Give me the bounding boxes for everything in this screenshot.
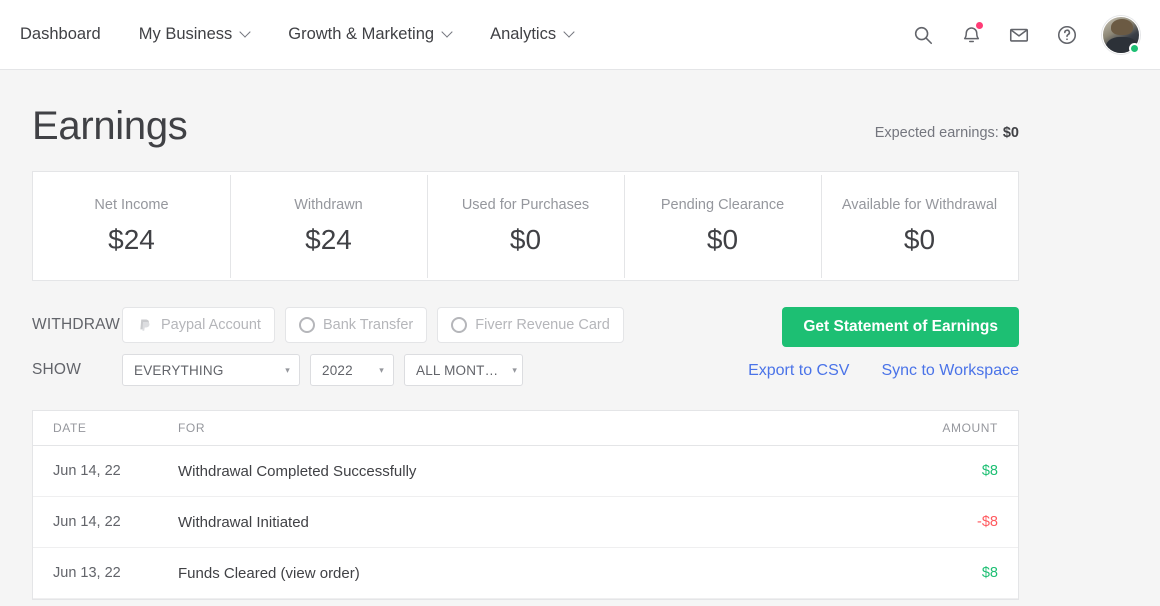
filter-select-type[interactable]: EVERYTHING ▾ bbox=[122, 354, 300, 386]
expected-earnings-label: Expected earnings: bbox=[874, 125, 999, 141]
filter-select-value: ALL MONT… bbox=[416, 362, 499, 378]
help-button[interactable] bbox=[1054, 22, 1080, 48]
nav-item-growth-marketing[interactable]: Growth & Marketing bbox=[269, 25, 471, 44]
stat-value: $0 bbox=[903, 223, 936, 255]
radio-circle-icon bbox=[298, 317, 315, 333]
radio-circle-icon bbox=[451, 317, 468, 333]
table-body: Jun 14, 22 Withdrawal Completed Successf… bbox=[33, 446, 1018, 599]
stat-available-for-withdrawal: Available for Withdrawal $0 bbox=[821, 174, 1018, 278]
cell-amount: -$8 bbox=[977, 514, 998, 530]
transactions-table: DATE FOR AMOUNT Jun 14, 22 Withdrawal Co… bbox=[32, 410, 1019, 600]
nav-item-label: Analytics bbox=[490, 25, 557, 43]
stat-value: $24 bbox=[305, 223, 352, 255]
expected-earnings-value: $0 bbox=[1002, 125, 1019, 141]
cell-date: Jun 14, 22 bbox=[53, 463, 121, 479]
nav-utility-icons bbox=[910, 15, 1140, 54]
column-header-for: FOR bbox=[178, 421, 206, 435]
stat-net-income: Net Income $24 bbox=[33, 197, 230, 256]
withdraw-option-paypal[interactable]: Paypal Account bbox=[122, 307, 275, 343]
withdraw-option-label: Paypal Account bbox=[161, 317, 261, 333]
cell-description: Withdrawal Completed Successfully bbox=[178, 462, 417, 480]
filter-select-value: 2022 bbox=[322, 362, 353, 378]
nav-item-my-business[interactable]: My Business bbox=[120, 25, 270, 44]
chevron-down-icon: ▾ bbox=[512, 364, 518, 375]
action-links: Export to CSV Sync to Workspace bbox=[599, 362, 1019, 380]
cell-description: Withdrawal Initiated bbox=[178, 513, 309, 531]
earnings-summary-card: Net Income $24 Withdrawn $24 Used for Pu… bbox=[32, 171, 1019, 281]
stat-value: $0 bbox=[706, 223, 739, 255]
messages-button[interactable] bbox=[1006, 22, 1032, 48]
search-button[interactable] bbox=[910, 22, 936, 48]
sync-to-workspace-link[interactable]: Sync to Workspace bbox=[881, 362, 1019, 380]
filter-select-value: EVERYTHING bbox=[134, 362, 224, 378]
paypal-icon bbox=[136, 317, 153, 334]
column-header-date: DATE bbox=[53, 421, 87, 435]
stat-withdrawn: Withdrawn $24 bbox=[230, 174, 427, 278]
cell-date: Jun 13, 22 bbox=[53, 565, 121, 581]
table-row[interactable]: Jun 14, 22 Withdrawal Completed Successf… bbox=[33, 446, 1018, 497]
cell-amount: $8 bbox=[981, 565, 998, 581]
stat-value: $24 bbox=[108, 223, 155, 255]
help-circle-icon bbox=[1057, 25, 1077, 44]
chevron-down-icon bbox=[565, 28, 574, 37]
withdraw-option-bank-transfer[interactable]: Bank Transfer bbox=[284, 307, 428, 343]
notifications-button[interactable] bbox=[958, 21, 984, 48]
chevron-down-icon: ▾ bbox=[379, 364, 384, 375]
nav-item-analytics[interactable]: Analytics bbox=[471, 25, 593, 44]
top-navigation-bar: Dashboard My Business Growth & Marketing… bbox=[0, 0, 1160, 70]
page-title: Earnings bbox=[32, 104, 188, 148]
nav-item-label: Growth & Marketing bbox=[288, 25, 435, 43]
notification-badge bbox=[976, 21, 983, 29]
filter-select-month[interactable]: ALL MONT… ▾ bbox=[404, 354, 523, 386]
cell-amount: $8 bbox=[981, 463, 998, 479]
withdraw-option-revenue-card[interactable]: Fiverr Revenue Card bbox=[437, 307, 624, 343]
chevron-down-icon bbox=[241, 28, 250, 37]
stat-label: Available for Withdrawal bbox=[841, 196, 998, 213]
stat-used-for-purchases: Used for Purchases $0 bbox=[427, 174, 624, 278]
show-label: SHOW bbox=[32, 361, 82, 378]
get-statement-of-earnings-button[interactable]: Get Statement of Earnings bbox=[782, 307, 1019, 347]
primary-nav: Dashboard My Business Growth & Marketing… bbox=[20, 25, 593, 44]
search-icon bbox=[914, 26, 933, 44]
table-header-row: DATE FOR AMOUNT bbox=[33, 411, 1018, 446]
page-content: Earnings Expected earnings: $0 Net Incom… bbox=[0, 70, 1160, 600]
expected-earnings: Expected earnings: $0 bbox=[875, 125, 1019, 146]
withdraw-option-label: Bank Transfer bbox=[322, 317, 414, 333]
withdraw-option-label: Fiverr Revenue Card bbox=[475, 317, 610, 333]
stat-value: $0 bbox=[509, 223, 542, 255]
chevron-down-icon: ▾ bbox=[285, 364, 290, 375]
chevron-down-icon bbox=[443, 28, 452, 37]
nav-item-dashboard[interactable]: Dashboard bbox=[20, 25, 120, 44]
stat-pending-clearance: Pending Clearance $0 bbox=[624, 174, 821, 278]
column-header-amount: AMOUNT bbox=[942, 421, 998, 435]
withdraw-label: WITHDRAW bbox=[32, 316, 120, 333]
table-row[interactable]: Jun 14, 22 Withdrawal Initiated -$8 bbox=[33, 497, 1018, 548]
cell-date: Jun 14, 22 bbox=[53, 514, 121, 530]
filter-select-year[interactable]: 2022 ▾ bbox=[310, 354, 394, 386]
stat-label: Withdrawn bbox=[294, 196, 363, 213]
filters-section: WITHDRAW Paypal Account Bank Transfer Fi… bbox=[32, 281, 1019, 388]
stat-label: Used for Purchases bbox=[461, 196, 590, 213]
export-to-csv-link[interactable]: Export to CSV bbox=[748, 362, 849, 380]
avatar[interactable] bbox=[1102, 15, 1140, 54]
nav-item-label: My Business bbox=[138, 25, 233, 43]
stat-label: Pending Clearance bbox=[660, 196, 785, 213]
nav-item-label: Dashboard bbox=[20, 25, 101, 43]
page-header: Earnings Expected earnings: $0 bbox=[32, 70, 1019, 171]
table-row[interactable]: Jun 13, 22 Funds Cleared (view order) $8 bbox=[33, 548, 1018, 599]
stat-label: Net Income bbox=[94, 196, 169, 213]
envelope-icon bbox=[1009, 28, 1029, 42]
actions-group: Get Statement of Earnings Export to CSV … bbox=[599, 307, 1019, 380]
cell-description: Funds Cleared (view order) bbox=[178, 564, 360, 582]
online-status-indicator bbox=[1129, 42, 1140, 54]
